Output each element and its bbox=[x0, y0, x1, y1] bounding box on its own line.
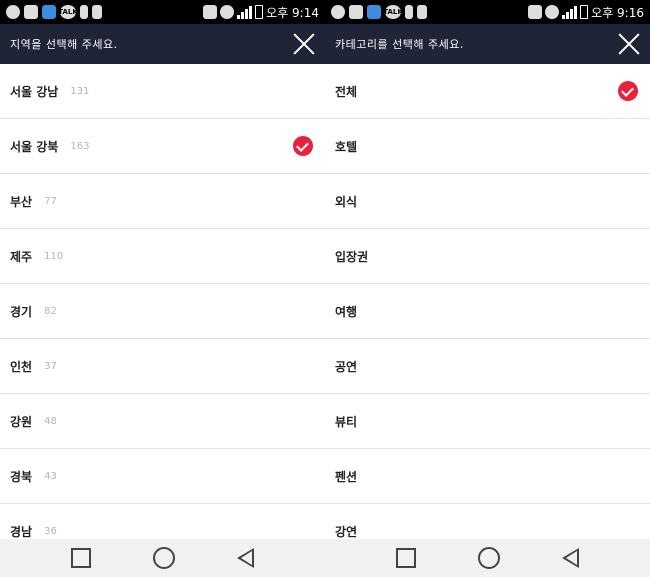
region-count: 163 bbox=[70, 140, 90, 152]
region-name: 제주 bbox=[10, 249, 33, 264]
region-count: 131 bbox=[70, 85, 90, 97]
app-icon bbox=[367, 5, 381, 19]
battery-icon bbox=[255, 5, 264, 19]
region-screen: TALK 오후 9:14 지역을 선택해 주세요. 서울 강남 131 서울 강북… bbox=[0, 0, 325, 577]
check-icon bbox=[618, 81, 638, 101]
list-item[interactable]: 서울 강북 163 bbox=[0, 119, 325, 174]
category-name: 전체 bbox=[335, 84, 358, 99]
list-item[interactable]: 뷰티 bbox=[325, 394, 650, 449]
region-count: 48 bbox=[44, 415, 57, 427]
status-bar: TALK 오후 9:16 bbox=[325, 0, 650, 24]
dialog-header: 카테고리를 선택해 주세요. bbox=[325, 24, 650, 64]
status-time: 오후 9:14 bbox=[266, 5, 319, 20]
list-item[interactable]: 강연 bbox=[325, 504, 650, 539]
mute-icon bbox=[220, 5, 235, 19]
category-name: 입장권 bbox=[335, 249, 369, 264]
list-item[interactable]: 펜션 bbox=[325, 449, 650, 504]
status-time: 오후 9:16 bbox=[591, 5, 644, 20]
dialog-title: 카테고리를 선택해 주세요. bbox=[335, 38, 464, 51]
list-item[interactable]: 부산 77 bbox=[0, 174, 325, 229]
region-name: 서울 강남 bbox=[10, 84, 59, 99]
lg-icon bbox=[331, 5, 345, 19]
recent-apps-icon[interactable] bbox=[396, 548, 416, 568]
list-item[interactable]: 전체 bbox=[325, 64, 650, 119]
dialog-header: 지역을 선택해 주세요. bbox=[0, 24, 325, 64]
category-screen: TALK 오후 9:16 카테고리를 선택해 주세요. 전체 호텔 외식 입장권… bbox=[325, 0, 650, 577]
list-item[interactable]: 호텔 bbox=[325, 119, 650, 174]
home-icon[interactable] bbox=[478, 547, 500, 569]
category-name: 호텔 bbox=[335, 139, 358, 154]
check-icon bbox=[293, 136, 313, 156]
region-name: 강원 bbox=[10, 414, 33, 429]
usb-icon bbox=[405, 5, 413, 19]
image-icon bbox=[24, 5, 38, 19]
region-count: 43 bbox=[44, 470, 57, 482]
dialog-title: 지역을 선택해 주세요. bbox=[10, 38, 118, 51]
region-name: 부산 bbox=[10, 194, 33, 209]
region-count: 77 bbox=[44, 195, 57, 207]
app-icon bbox=[42, 5, 56, 19]
back-icon[interactable] bbox=[562, 548, 579, 568]
list-item[interactable]: 제주 110 bbox=[0, 229, 325, 284]
region-name: 경북 bbox=[10, 469, 33, 484]
nav-bar bbox=[325, 539, 650, 577]
close-icon[interactable] bbox=[291, 31, 317, 57]
usb-icon bbox=[80, 5, 88, 19]
status-bar: TALK 오후 9:14 bbox=[0, 0, 325, 24]
home-icon[interactable] bbox=[153, 547, 175, 569]
region-count: 37 bbox=[44, 360, 57, 372]
talk-icon: TALK bbox=[58, 5, 78, 19]
battery-icon bbox=[580, 5, 589, 19]
list-item[interactable]: 서울 강남 131 bbox=[0, 64, 325, 119]
category-name: 강연 bbox=[335, 524, 358, 539]
category-name: 펜션 bbox=[335, 469, 358, 484]
category-name: 공연 bbox=[335, 359, 358, 374]
list-item[interactable]: 인천 37 bbox=[0, 339, 325, 394]
list-item[interactable]: 경북 43 bbox=[0, 449, 325, 504]
region-list: 서울 강남 131 서울 강북 163 부산 77 제주 110 경기 82 인천 37 강… bbox=[0, 64, 325, 539]
region-name: 경기 bbox=[10, 304, 33, 319]
mute-icon bbox=[545, 5, 560, 19]
recent-apps-icon[interactable] bbox=[71, 548, 91, 568]
region-name: 경남 bbox=[10, 524, 33, 539]
list-item[interactable]: 경기 82 bbox=[0, 284, 325, 339]
list-item[interactable]: 강원 48 bbox=[0, 394, 325, 449]
android-icon bbox=[417, 5, 427, 19]
region-count: 36 bbox=[44, 525, 57, 537]
category-name: 뷰티 bbox=[335, 414, 358, 429]
list-item[interactable]: 여행 bbox=[325, 284, 650, 339]
category-name: 외식 bbox=[335, 194, 358, 209]
region-count: 110 bbox=[44, 250, 64, 262]
talk-icon: TALK bbox=[383, 5, 403, 19]
list-item[interactable]: 경남 36 bbox=[0, 504, 325, 539]
category-list: 전체 호텔 외식 입장권 여행 공연 뷰티 펜션 강연 bbox=[325, 64, 650, 539]
region-name: 인천 bbox=[10, 359, 33, 374]
signal-icon bbox=[237, 5, 253, 19]
list-item[interactable]: 입장권 bbox=[325, 229, 650, 284]
image-icon bbox=[349, 5, 363, 19]
region-count: 82 bbox=[44, 305, 57, 317]
nfc-icon bbox=[528, 5, 543, 19]
nav-bar bbox=[0, 539, 325, 577]
android-icon bbox=[92, 5, 102, 19]
region-name: 서울 강북 bbox=[10, 139, 59, 154]
signal-icon bbox=[562, 5, 578, 19]
list-item[interactable]: 외식 bbox=[325, 174, 650, 229]
category-name: 여행 bbox=[335, 304, 358, 319]
list-item[interactable]: 공연 bbox=[325, 339, 650, 394]
nfc-icon bbox=[203, 5, 218, 19]
lg-icon bbox=[6, 5, 20, 19]
back-icon[interactable] bbox=[237, 548, 254, 568]
close-icon[interactable] bbox=[616, 31, 642, 57]
